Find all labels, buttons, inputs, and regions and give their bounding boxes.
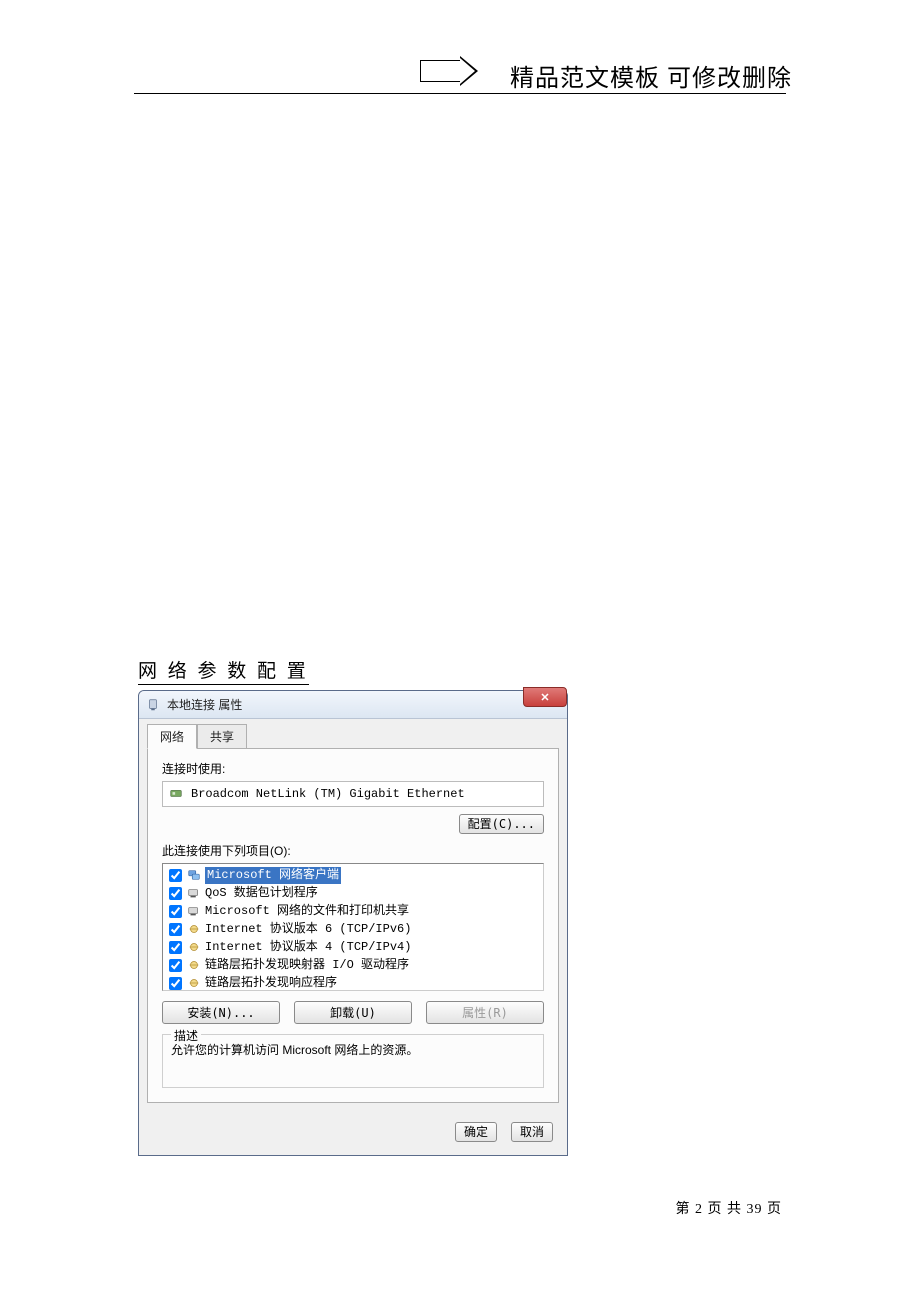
list-item[interactable]: Microsoft 网络的文件和打印机共享 xyxy=(165,902,541,920)
list-item[interactable]: Internet 协议版本 6 (TCP/IPv6) xyxy=(165,920,541,938)
client-icon xyxy=(186,867,202,883)
service-icon xyxy=(186,903,202,919)
protocol-icon xyxy=(186,975,202,991)
header-divider xyxy=(134,93,786,94)
dialog-body: 网络 共享 连接时使用: Broadcom NetLink (TM) Gigab… xyxy=(139,719,567,1111)
install-button[interactable]: 安装(N)... xyxy=(162,1001,280,1024)
page-number: 第 2 页 共 39 页 xyxy=(676,1198,783,1218)
item-action-buttons: 安装(N)... 卸载(U) 属性(R) xyxy=(162,1001,544,1024)
header-banner-text: 精品范文模板 可修改删除 xyxy=(510,58,792,93)
adapter-icon xyxy=(169,786,185,802)
close-icon: ✕ xyxy=(540,691,549,704)
document-page: 精品范文模板 可修改删除 网 络 参 数 配 置 本地连接 属性 ✕ 网络 共享… xyxy=(0,0,920,1302)
protocol-icon xyxy=(186,939,202,955)
item-checkbox[interactable] xyxy=(169,923,182,936)
cancel-button[interactable]: 取消 xyxy=(511,1122,553,1142)
protocol-icon xyxy=(186,957,202,973)
item-label: Microsoft 网络的文件和打印机共享 xyxy=(205,903,409,920)
dialog-title: 本地连接 属性 xyxy=(167,696,242,713)
local-connection-properties-dialog: 本地连接 属性 ✕ 网络 共享 连接时使用: xyxy=(138,690,568,1156)
tab-sharing[interactable]: 共享 xyxy=(197,724,247,748)
item-checkbox[interactable] xyxy=(169,869,182,882)
protocol-icon xyxy=(186,921,202,937)
section-title: 网 络 参 数 配 置 xyxy=(138,656,309,685)
item-label: 链路层拓扑发现响应程序 xyxy=(205,975,337,992)
arrow-icon xyxy=(420,60,482,82)
list-item[interactable]: Microsoft 网络客户端 xyxy=(165,866,541,884)
tab-bar: 网络 共享 xyxy=(147,724,559,749)
item-checkbox[interactable] xyxy=(169,887,182,900)
dialog-footer: 确定 取消 xyxy=(139,1111,567,1155)
tab-panel-network: 连接时使用: Broadcom NetLink (TM) Gigabit Eth… xyxy=(147,748,559,1103)
item-checkbox[interactable] xyxy=(169,959,182,972)
item-label: Internet 协议版本 6 (TCP/IPv6) xyxy=(205,921,411,938)
item-checkbox[interactable] xyxy=(169,941,182,954)
properties-button[interactable]: 属性(R) xyxy=(426,1001,544,1024)
close-button[interactable]: ✕ xyxy=(523,687,567,707)
configure-button[interactable]: 配置(C)... xyxy=(459,814,544,834)
item-checkbox[interactable] xyxy=(169,977,182,990)
item-label: QoS 数据包计划程序 xyxy=(205,885,318,902)
item-label: Microsoft 网络客户端 xyxy=(205,867,341,884)
description-group: 描述 允许您的计算机访问 Microsoft 网络上的资源。 xyxy=(162,1034,544,1088)
adapter-field[interactable]: Broadcom NetLink (TM) Gigabit Ethernet xyxy=(162,781,544,807)
description-label: 描述 xyxy=(171,1027,201,1044)
network-items-list[interactable]: Microsoft 网络客户端QoS 数据包计划程序Microsoft 网络的文… xyxy=(162,863,544,991)
service-icon xyxy=(186,885,202,901)
item-label: Internet 协议版本 4 (TCP/IPv4) xyxy=(205,939,411,956)
uninstall-button[interactable]: 卸载(U) xyxy=(294,1001,412,1024)
list-item[interactable]: 链路层拓扑发现响应程序 xyxy=(165,974,541,991)
list-item[interactable]: QoS 数据包计划程序 xyxy=(165,884,541,902)
tab-network[interactable]: 网络 xyxy=(147,724,197,749)
description-text: 允许您的计算机访问 Microsoft 网络上的资源。 xyxy=(171,1041,535,1058)
list-item[interactable]: Internet 协议版本 4 (TCP/IPv4) xyxy=(165,938,541,956)
network-adapter-icon xyxy=(145,697,161,713)
items-label: 此连接使用下列项目(O): xyxy=(162,842,544,859)
connect-using-label: 连接时使用: xyxy=(162,760,544,777)
item-checkbox[interactable] xyxy=(169,905,182,918)
dialog-titlebar[interactable]: 本地连接 属性 ✕ xyxy=(139,691,567,719)
ok-button[interactable]: 确定 xyxy=(455,1122,497,1142)
item-label: 链路层拓扑发现映射器 I/O 驱动程序 xyxy=(205,957,409,974)
list-item[interactable]: 链路层拓扑发现映射器 I/O 驱动程序 xyxy=(165,956,541,974)
adapter-name-text: Broadcom NetLink (TM) Gigabit Ethernet xyxy=(191,787,465,801)
